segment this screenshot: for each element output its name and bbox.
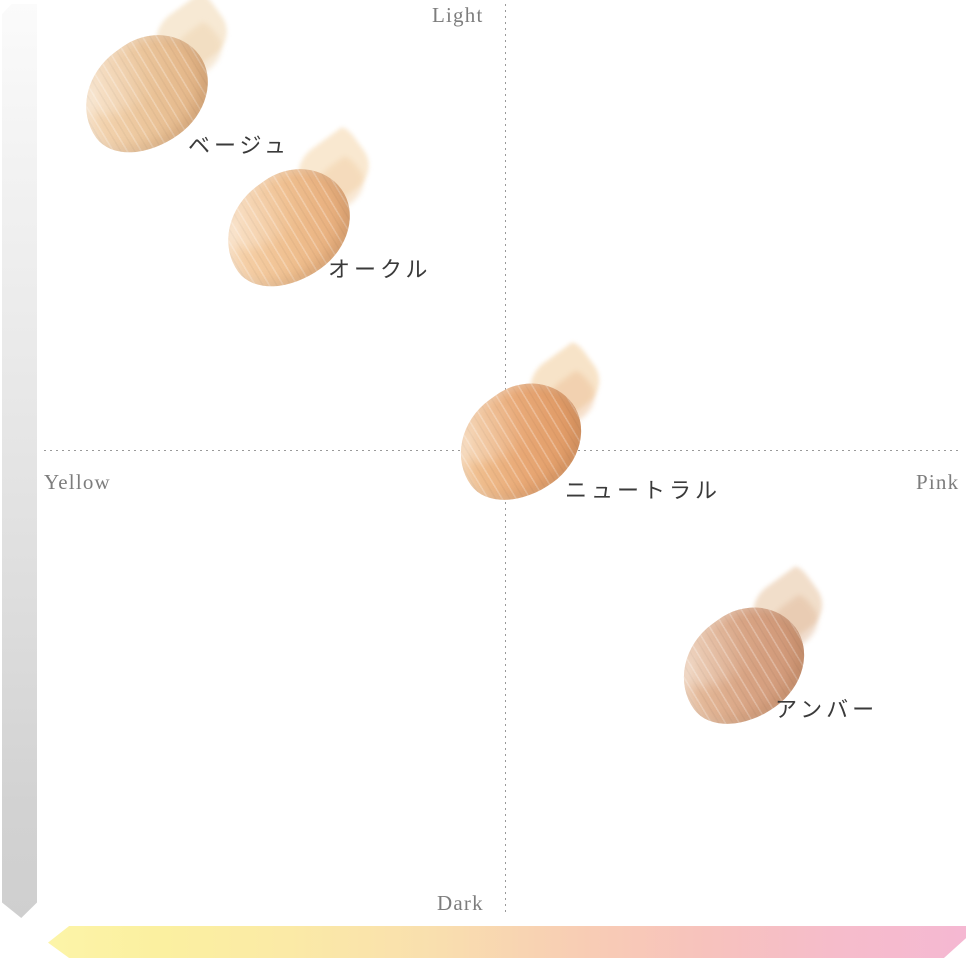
axis-label-light: Light [432, 3, 484, 27]
swatch-name-label: ニュートラル [565, 479, 722, 504]
axis-label-dark: Dark [437, 891, 484, 915]
swatch-highlight [75, 35, 180, 129]
axis-label-yellow: Yellow [44, 470, 111, 494]
swatch-name-label: ベージュ [188, 134, 291, 159]
swatch-highlight [217, 169, 322, 263]
axis-label-pink: Pink [916, 470, 960, 494]
horizontal-axis-gradient-bar [48, 926, 966, 958]
swatch-highlight [673, 607, 776, 700]
foundation-shade-matrix: Light Dark Yellow Pink ベージュオークルニュートラルアンバ… [0, 0, 971, 960]
swatch-highlight [450, 383, 553, 476]
swatch-name-label: オークル [328, 258, 432, 283]
swatch-name-label: アンバー [775, 698, 879, 723]
foundation-swatch[interactable] [204, 124, 380, 309]
vertical-axis-gradient-bar [2, 4, 37, 918]
